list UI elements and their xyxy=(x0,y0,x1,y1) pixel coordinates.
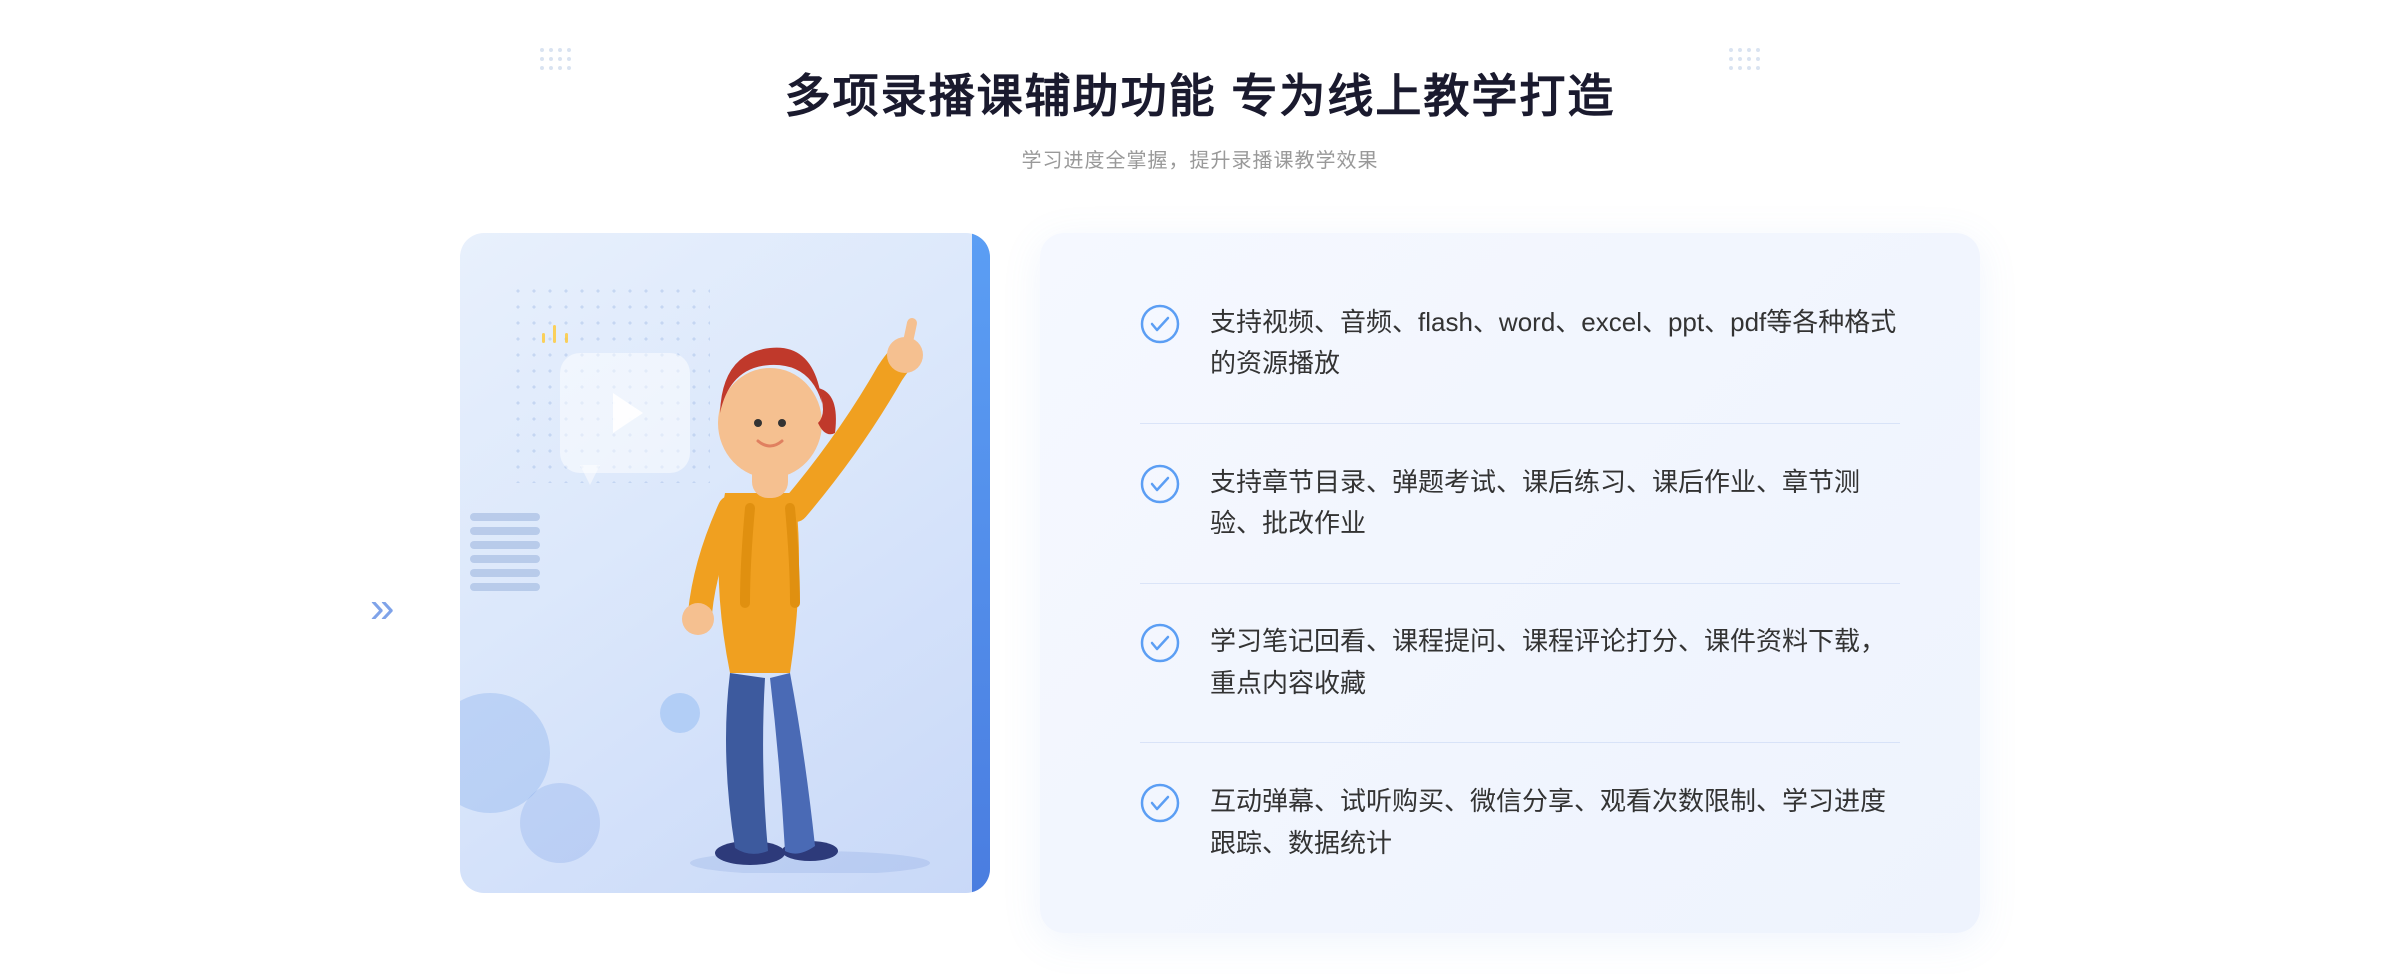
page-container: 多项录播课辅助功能 专为线上教学打造 学习进度全掌握，提升录播课教学效果 xyxy=(0,0,2400,974)
check-icon-4 xyxy=(1140,783,1180,823)
stripe-4 xyxy=(470,555,540,563)
feature-item-4: 互动弹幕、试听购买、微信分享、观看次数限制、学习进度跟踪、数据统计 xyxy=(1140,781,1900,864)
stripe-3 xyxy=(470,541,540,549)
person-illustration xyxy=(650,293,970,873)
blue-bar xyxy=(972,233,990,893)
feature-text-2: 支持章节目录、弹题考试、课后练习、课后作业、章节测验、批改作业 xyxy=(1210,462,1900,545)
stripe-6 xyxy=(470,583,540,591)
sub-title: 学习进度全掌握，提升录播课教学效果 xyxy=(785,144,1616,173)
divider-3 xyxy=(1140,742,1900,743)
divider-2 xyxy=(1140,583,1900,584)
deco-circle-2 xyxy=(520,783,600,863)
ray-2 xyxy=(553,325,556,343)
stripe-5 xyxy=(470,569,540,577)
illustration-bg-card xyxy=(460,233,990,893)
content-area: » 支持视频、音频、flash、word、excel、ppt、pdf等各种格式的… xyxy=(420,233,1980,953)
page-header: 多项录播课辅助功能 专为线上教学打造 学习进度全掌握，提升录播课教学效果 xyxy=(785,60,1616,173)
illustration-area: » xyxy=(420,233,1040,953)
stripe-2 xyxy=(470,527,540,535)
features-panel: 支持视频、音频、flash、word、excel、ppt、pdf等各种格式的资源… xyxy=(1040,233,1980,933)
grid-dots-right xyxy=(1729,48,1760,70)
feature-item-2: 支持章节目录、弹题考试、课后练习、课后作业、章节测验、批改作业 xyxy=(1140,462,1900,545)
ray-1 xyxy=(542,333,545,343)
feature-text-4: 互动弹幕、试听购买、微信分享、观看次数限制、学习进度跟踪、数据统计 xyxy=(1210,781,1900,864)
grid-dots-left xyxy=(540,48,571,70)
feature-text-3: 学习笔记回看、课程提问、课程评论打分、课件资料下载，重点内容收藏 xyxy=(1210,621,1900,704)
chevron-left-icon: » xyxy=(370,583,394,633)
ray-3 xyxy=(565,333,568,343)
feature-text-1: 支持视频、音频、flash、word、excel、ppt、pdf等各种格式的资源… xyxy=(1210,302,1900,385)
check-icon-2 xyxy=(1140,464,1180,504)
check-icon-1 xyxy=(1140,304,1180,344)
feature-item-1: 支持视频、音频、flash、word、excel、ppt、pdf等各种格式的资源… xyxy=(1140,302,1900,385)
divider-1 xyxy=(1140,423,1900,424)
stripes-decoration xyxy=(470,513,540,603)
check-icon-3 xyxy=(1140,623,1180,663)
play-triangle xyxy=(613,393,643,433)
stripe-1 xyxy=(470,513,540,521)
feature-item-3: 学习笔记回看、课程提问、课程评论打分、课件资料下载，重点内容收藏 xyxy=(1140,621,1900,704)
light-rays xyxy=(540,323,570,350)
main-title: 多项录播课辅助功能 专为线上教学打造 xyxy=(785,60,1616,126)
